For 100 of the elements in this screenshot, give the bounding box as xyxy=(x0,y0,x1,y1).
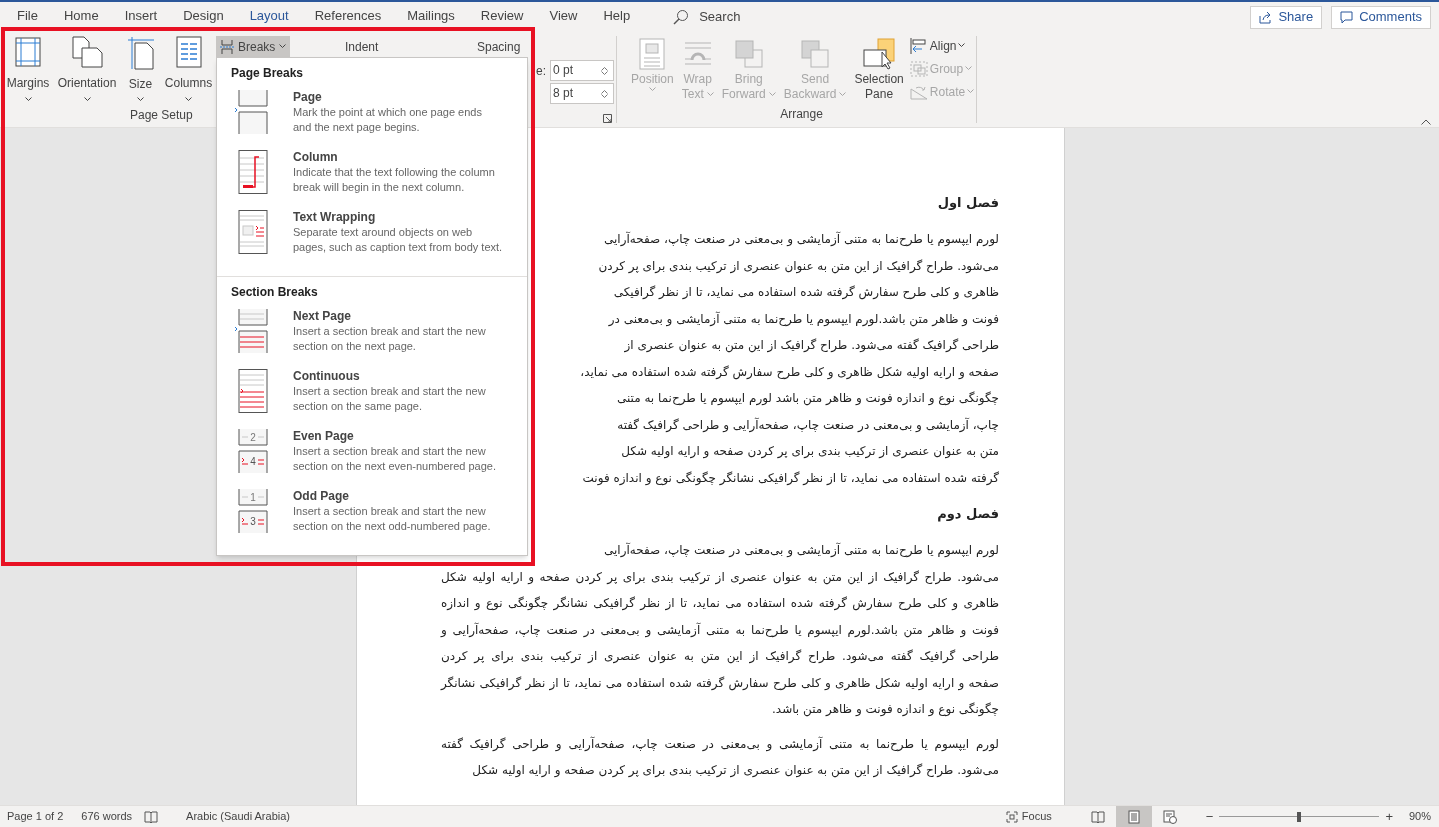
spacing-label: Spacing xyxy=(477,39,521,56)
ribbon-tab[interactable]: Mailings xyxy=(398,3,464,31)
comment-icon xyxy=(1340,10,1354,24)
book-icon[interactable] xyxy=(144,810,159,823)
ribbon-tab[interactable]: File xyxy=(8,3,47,31)
word-count[interactable]: 676 words xyxy=(81,808,133,825)
next-page-break-icon xyxy=(235,309,271,353)
menu-item[interactable]: Next Page Insert a section break and start the new section on the next page. xyxy=(217,309,527,369)
menu-item[interactable]: Page Mark the point at which one page ends and the next page begins. xyxy=(217,90,527,150)
print-layout-icon xyxy=(1127,809,1140,824)
caret-icon xyxy=(24,97,32,102)
menu-item[interactable]: Text Wrapping Separate text around objects on web pages, such as caption text from body text. xyxy=(217,210,527,270)
ribbon-button[interactable]: Columns xyxy=(163,36,214,102)
ribbon-button[interactable]: Selection Pane xyxy=(850,36,908,105)
caret-icon xyxy=(648,87,656,92)
indent-label: Indent xyxy=(345,39,380,56)
orientation-icon xyxy=(70,36,104,68)
ribbon-button[interactable]: Margins xyxy=(0,36,56,102)
column-break-icon xyxy=(235,150,271,194)
zoom-level[interactable]: 90% xyxy=(1408,808,1431,825)
ribbon-tab[interactable]: Review xyxy=(471,3,533,31)
ribbon-tab[interactable]: Insert xyxy=(115,3,167,31)
page-break-icon xyxy=(235,90,271,134)
collapse-ribbon-icon[interactable] xyxy=(1421,119,1431,125)
ribbon-tab[interactable]: Home xyxy=(54,3,108,31)
caret-icon xyxy=(958,43,966,48)
menu-item[interactable]: 2 4 Even Page Insert a section break and start the new section on the next even-numbered page. xyxy=(217,429,527,489)
focus-icon xyxy=(1005,810,1018,823)
ribbon-tab[interactable]: References xyxy=(305,3,391,31)
group-label: Page Setup xyxy=(130,107,193,124)
page-size-icon xyxy=(126,36,155,70)
menu-section-title: Section Breaks xyxy=(230,284,318,301)
search-icon xyxy=(673,9,690,25)
columns-icon xyxy=(175,36,202,68)
position-icon xyxy=(639,38,666,70)
menu-item[interactable]: Continuous Insert a section break and start the new section on the same page. xyxy=(217,369,527,429)
paragraph-line: ظاهری و کلی طرح سفارش گرفته شده استفاده می نماید، تا از نظر گرافیکی xyxy=(613,284,999,302)
zoom-slider[interactable] xyxy=(1219,809,1380,824)
field-label: e: xyxy=(536,62,546,80)
paragraph-line: می‌شود. طراح گرافیک از این متن به عنوان عنصری از ترکیب بندی برای پر کردن صفحه و ارایه اولیه شکل xyxy=(472,762,999,780)
paragraph-line: لورم ایپسوم یا طرح‌نما به متنی آزمایشی و بی‌معنی در صنعت چاپ، صفحه‌آرایی و طراحی گرافیک گفته xyxy=(441,735,999,754)
view-button[interactable] xyxy=(1115,806,1152,827)
paragraph-line: متن به عنوان عنصری از ترکیب بندی برای پر کردن صفحه و ارایه اولیه شکل xyxy=(621,443,999,461)
paragraph-line: طراحی گرافیک گفته می‌شود. طراح گرافیک از این متن به عنوان عنصری از ترکیب بندی برای پر کردن xyxy=(441,648,999,666)
caret-icon xyxy=(965,66,973,71)
share-icon xyxy=(1259,10,1273,24)
share-button[interactable]: Share xyxy=(1250,5,1323,29)
paragraph-line: لورم ایپسوم یا طرح‌نما به متنی آزمایشی و بی‌معنی در صنعت چاپ، صفحه‌آرایی xyxy=(603,541,999,559)
ribbon-tab[interactable]: Design xyxy=(174,3,233,31)
page-count[interactable]: Page 1 of 2 xyxy=(7,808,64,825)
paragraph-line: طراحی گرافیک گفته می‌شود. طراح گرافیک از این متن به عنوان عنصری از xyxy=(624,337,999,355)
caret-icon xyxy=(839,92,847,97)
send-backward-icon xyxy=(800,39,831,69)
paragraph-line: می‌شود. طراح گرافیک از این متن به عنوان عنصری از ترکیب بندی برای پر کردن xyxy=(598,257,999,276)
selection-pane-icon xyxy=(862,38,897,70)
breaks-icon xyxy=(220,39,234,54)
paragraph-line: می‌شود. طراح گرافیک از این متن به عنوان عنصری از ترکیب بندی برای پر کردن صفحه و ارایه اولیه شکل xyxy=(441,568,999,587)
caret-icon xyxy=(279,44,287,49)
ribbon-button[interactable]: Size xyxy=(118,36,163,102)
zoom-out-button[interactable]: − xyxy=(1205,806,1214,827)
paragraph-line: چگونگی نوع و اندازه فونت و ظاهر متن باشد. xyxy=(772,701,999,719)
wrap-text-icon xyxy=(682,40,713,68)
search-field[interactable]: Search xyxy=(699,7,820,27)
ribbon-button[interactable]: Orientation xyxy=(56,36,118,102)
zoom-in-button[interactable]: + xyxy=(1385,806,1393,827)
caret-icon xyxy=(768,92,776,97)
dialog-launcher-icon[interactable] xyxy=(603,114,612,123)
menu-item[interactable]: Column Indicate that the text following the column break will begin in the next column. xyxy=(217,150,527,210)
comments-button[interactable]: Comments xyxy=(1331,5,1431,29)
paragraph-line: گرفته شده استفاده می نماید، تا از نظر گرافیکی نشانگر چگونگی نوع و اندازه فونت xyxy=(582,469,999,488)
caret-icon xyxy=(185,97,192,102)
ribbon-button[interactable]: Align xyxy=(909,36,975,55)
align-icon xyxy=(909,37,928,54)
breaks-button[interactable]: Breaks xyxy=(216,36,291,57)
caret-icon xyxy=(967,89,975,94)
read-mode-icon xyxy=(1090,810,1105,823)
ribbon-tab[interactable]: View xyxy=(540,3,587,31)
menu-section-title: Page Breaks xyxy=(230,65,304,82)
paragraph-line: ظاهری و کلی طرح سفارش گرفته شده استفاده می نماید، تا از نظر گرافیکی نشانگر چگونگی نوع و اندازه xyxy=(441,595,999,613)
slider-thumb[interactable] xyxy=(1297,811,1302,822)
spacing-field[interactable]: 0 pt xyxy=(550,60,614,81)
caret-icon xyxy=(706,92,714,97)
language-label[interactable]: Arabic (Saudi Arabia) xyxy=(186,808,290,825)
spacing-field[interactable]: 8 pt xyxy=(550,83,614,104)
bring-forward-icon xyxy=(733,39,764,69)
paragraph-line: فونت و ظاهر متن باشد.لورم ایپسوم یا طرح‌نما به متنی آزمایشی و بی‌معنی در xyxy=(608,310,999,329)
section-heading: فصل اول xyxy=(937,194,999,212)
paragraph-line: صفحه و ارایه اولیه شکل ظاهری و کلی طرح سفارش گرفته شده استفاده می نماید، xyxy=(580,363,999,382)
caret-icon xyxy=(83,97,91,102)
menu-item[interactable]: 1 3 Odd Page Insert a section break and start the new section on the next odd-numbered page. xyxy=(217,489,527,549)
focus-button[interactable]: Focus xyxy=(1005,808,1052,825)
web-layout-icon xyxy=(1162,809,1177,824)
group-label: Arrange xyxy=(780,106,823,123)
text-wrapping-break-icon xyxy=(235,210,271,254)
paragraph-line: چگونگی نوع و اندازه فونت و ظاهر متن باشد لورم ایپسوم یا طرح‌نما به متنی xyxy=(616,390,999,408)
margins-icon xyxy=(14,36,42,68)
section-heading: فصل دوم xyxy=(937,505,999,524)
caret-icon xyxy=(137,97,144,102)
paragraph-line: فونت و ظاهر متن باشد.لورم ایپسوم یا طرح‌نما به متنی آزمایشی و بی‌معنی در صنعت چاپ، صفحه‌آرایی و xyxy=(441,621,999,640)
ribbon-tab[interactable]: Help xyxy=(594,3,640,31)
